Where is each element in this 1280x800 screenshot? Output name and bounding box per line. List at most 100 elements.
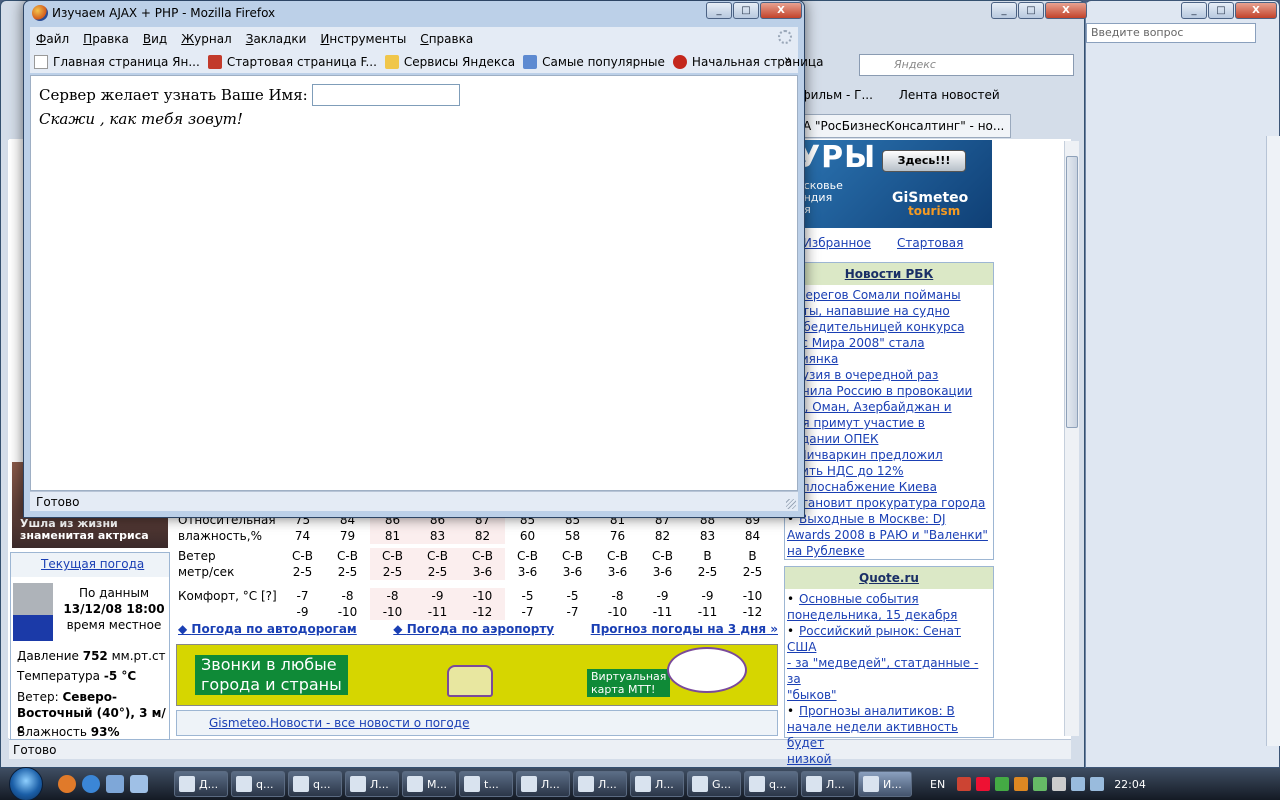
taskbar-button[interactable]: q... xyxy=(744,771,798,797)
close-button[interactable]: X xyxy=(760,2,802,19)
name-input[interactable] xyxy=(311,84,460,106)
page-scrollbar[interactable] xyxy=(1064,141,1079,736)
news-item[interactable]: седании ОПЕК xyxy=(787,431,991,447)
news-item[interactable]: У берегов Сомали пойманы xyxy=(787,287,991,303)
minimize-button[interactable]: _ xyxy=(706,2,732,19)
printer-tray-icon[interactable] xyxy=(1052,777,1067,791)
start-button[interactable] xyxy=(0,767,52,800)
menu-tools[interactable]: Инструменты xyxy=(320,32,406,46)
news-item[interactable]: Победительницей конкурса xyxy=(787,319,991,335)
taskbar-button[interactable]: И... xyxy=(858,771,912,797)
news-item[interactable]: изить НДС до 12% xyxy=(787,463,991,479)
taskbar-button[interactable]: Л... xyxy=(801,771,855,797)
gismeteo-tourism-ad[interactable]: УРЫ осковье яндия ия Здесь!!! GiSmeteo t… xyxy=(792,140,992,228)
news-item[interactable]: • Российский рынок: Сенат США xyxy=(787,623,991,655)
news-item[interactable]: Грузия в очередной раз xyxy=(787,367,991,383)
news-item[interactable]: Awards 2008 в РАЮ и "Валенки" xyxy=(787,527,991,543)
background-app-window: _ □ X Введите вопрос xyxy=(1085,0,1280,768)
ad-here-button[interactable]: Здесь!!! xyxy=(882,150,966,172)
menu-bookmarks[interactable]: Закладки xyxy=(246,32,307,46)
yandex-search-input[interactable]: Яндекс xyxy=(859,54,1074,76)
menu-file[interactable]: Файл xyxy=(36,32,69,46)
taskbar-button[interactable]: М... xyxy=(402,771,456,797)
firefox-launch-icon[interactable] xyxy=(58,775,76,793)
news-item[interactable]: "быков" xyxy=(787,687,991,703)
forecast-cell: С-В xyxy=(337,549,358,563)
tab-rbc[interactable]: А "РосБизнесКонсалтинг" - но... xyxy=(796,114,1011,138)
news-item[interactable]: остановит прокуратура города xyxy=(787,495,991,511)
show-desktop-icon[interactable] xyxy=(130,775,148,793)
road-weather-link[interactable]: ◆ Погода по автодорогам xyxy=(178,622,357,636)
resize-grip-icon[interactable] xyxy=(786,499,796,509)
news-item[interactable]: раты, напавшие на судно xyxy=(787,303,991,319)
language-indicator[interactable]: EN xyxy=(930,778,945,791)
security-tray-icon[interactable] xyxy=(1014,777,1029,791)
news-item[interactable]: понедельника, 15 декабря xyxy=(787,607,991,623)
clock[interactable]: 22:04 xyxy=(1114,778,1146,791)
taskbar-button[interactable]: t... xyxy=(459,771,513,797)
news-item[interactable]: рия примут участие в xyxy=(787,415,991,431)
volume-tray-icon[interactable] xyxy=(1071,777,1086,791)
news-item[interactable]: ксиянка xyxy=(787,351,991,367)
alert-tray-icon[interactable] xyxy=(976,777,991,791)
wind-label: Ветер: xyxy=(17,690,59,704)
news-item[interactable]: • Основные события xyxy=(787,591,991,607)
bookmark-firefox-start[interactable]: Стартовая страница F... xyxy=(207,55,377,69)
news-item[interactable]: РФ, Оман, Азербайджан и xyxy=(787,399,991,415)
news-item[interactable]: Теплоснабжение Киева xyxy=(787,479,991,495)
menu-help[interactable]: Справка xyxy=(420,32,473,46)
question-search-input[interactable]: Введите вопрос xyxy=(1086,23,1256,43)
news-item[interactable]: • Выходные в Москве: DJ xyxy=(787,511,991,527)
airport-weather-link[interactable]: ◆ Погода по аэропорту xyxy=(393,622,554,636)
news-item[interactable]: Е.Чичваркин предложил xyxy=(787,447,991,463)
rbc-news-header[interactable]: Новости РБК xyxy=(785,263,993,285)
taskbar-button[interactable]: G... xyxy=(687,771,741,797)
switch-windows-icon[interactable] xyxy=(106,775,124,793)
news-item[interactable]: исс Мира 2008" стала xyxy=(787,335,991,351)
taskbar-button[interactable]: Л... xyxy=(573,771,627,797)
taskbar-button[interactable]: Л... xyxy=(345,771,399,797)
news-item[interactable]: - за "медведей", статданные - за xyxy=(787,655,991,687)
taskbar-button[interactable]: Л... xyxy=(516,771,570,797)
bookmarks-overflow-chevron-icon[interactable]: » xyxy=(784,53,792,68)
menu-view[interactable]: Вид xyxy=(143,32,167,46)
menu-history[interactable]: Журнал xyxy=(181,32,232,46)
temperature-row: Температура -5 °C xyxy=(17,669,136,683)
news-item[interactable]: низкой xyxy=(787,751,991,767)
current-weather-link[interactable]: Текущая погода xyxy=(41,557,144,571)
taskbar-button[interactable]: Д... xyxy=(174,771,228,797)
taskbar-button[interactable]: Л... xyxy=(630,771,684,797)
bookmark-item[interactable]: -фильм - Г... xyxy=(796,88,873,102)
ie-launch-icon[interactable] xyxy=(82,775,100,793)
connection-tray-icon[interactable] xyxy=(1090,777,1105,791)
bookmark-item[interactable]: Лента новостей xyxy=(899,88,1000,102)
make-start-page-link[interactable]: Стартовая xyxy=(897,236,963,250)
network-tray-icon[interactable] xyxy=(1033,777,1048,791)
news-item[interactable]: начале недели активность будет xyxy=(787,719,991,751)
maximize-button[interactable]: □ xyxy=(1208,2,1234,19)
gismeteo-news-link[interactable]: Gismeteo.Новости - все новости о погоде xyxy=(209,716,469,730)
news-item[interactable]: • Прогнозы аналитиков: В xyxy=(787,703,991,719)
update-tray-icon[interactable] xyxy=(995,777,1010,791)
scrollbar-thumb[interactable] xyxy=(1066,156,1078,428)
bookmark-yandex-services[interactable]: Сервисы Яндекса xyxy=(384,55,515,69)
background-app-scrollbar[interactable] xyxy=(1266,136,1280,746)
bookmark-yandex-home[interactable]: Главная страница Ян... xyxy=(34,55,200,69)
news-item[interactable]: винила Россию в провокации xyxy=(787,383,991,399)
news-item[interactable]: на Рублевке xyxy=(787,543,991,559)
bookmark-most-popular[interactable]: Самые популярные xyxy=(523,55,665,69)
menu-edit[interactable]: Правка xyxy=(83,32,129,46)
three-day-forecast-link[interactable]: Прогноз погоды на 3 дня » xyxy=(591,622,778,636)
close-button[interactable]: X xyxy=(1045,2,1087,19)
maximize-button[interactable]: □ xyxy=(1018,2,1044,19)
antivirus-tray-icon[interactable] xyxy=(957,777,972,791)
minimize-button[interactable]: _ xyxy=(1181,2,1207,19)
taskbar-button[interactable]: q... xyxy=(231,771,285,797)
quote-news-header[interactable]: Quote.ru xyxy=(785,567,993,589)
taskbar-button[interactable]: q... xyxy=(288,771,342,797)
minimize-button[interactable]: _ xyxy=(991,2,1017,19)
mtt-ad-banner[interactable]: Звонки в любые города и страны Виртуальн… xyxy=(176,644,778,706)
close-button[interactable]: X xyxy=(1235,2,1277,19)
bookmark-start-page[interactable]: Начальная страница xyxy=(672,55,823,69)
maximize-button[interactable]: □ xyxy=(733,2,759,19)
